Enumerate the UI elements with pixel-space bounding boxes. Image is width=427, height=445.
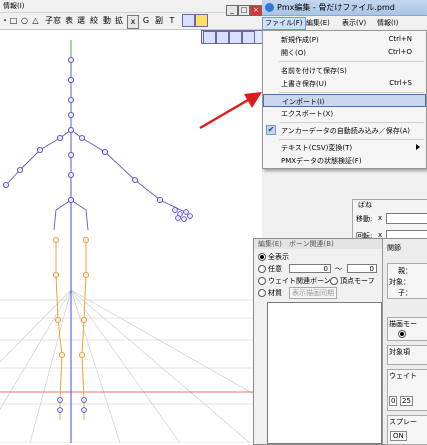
title-bar: Pmx編集 - 骨だけファイル.pmd bbox=[262, 0, 427, 16]
menu-item-new[interactable]: 新規作成(P) Ctrl+N bbox=[263, 33, 426, 46]
draw-mode-box: 描画モー bbox=[387, 317, 427, 341]
target-item-label: 対象項 bbox=[389, 348, 410, 356]
range-separator: ～ bbox=[335, 265, 342, 273]
pointer-arrow bbox=[199, 92, 262, 130]
window-controls: _ □ × bbox=[226, 3, 262, 16]
bone-edit-dialog: 編集(E) ボーン関連(B) 全表示 任意 0 ～ 0 ウェイト関連ボーン 頂点… bbox=[253, 238, 427, 445]
minimize-button[interactable]: _ bbox=[226, 5, 238, 16]
any-radio[interactable] bbox=[258, 265, 266, 273]
submenu-arrow-icon bbox=[416, 144, 420, 150]
menu-separator bbox=[279, 61, 424, 62]
draw-mode-label: 描画モー bbox=[389, 320, 417, 328]
vertex-morph-radio[interactable] bbox=[330, 277, 338, 285]
any-label: 任意 bbox=[268, 265, 282, 273]
spray-label: スプレー bbox=[389, 418, 417, 426]
parent-label: 親： bbox=[398, 267, 412, 275]
menu-separator bbox=[279, 92, 424, 93]
maximize-button[interactable]: □ bbox=[238, 5, 250, 16]
range-to-input[interactable]: 0 bbox=[347, 264, 377, 273]
menu-item-export[interactable]: エクスポート(X) bbox=[263, 107, 426, 120]
floor-grid bbox=[0, 289, 262, 443]
menu-item-text-csv[interactable]: テキスト(CSV)変換(T) bbox=[263, 141, 426, 154]
weight-bone-label: ウェイト関連ボーン bbox=[268, 277, 331, 285]
menu-view[interactable]: 表示(V) bbox=[340, 18, 368, 29]
foot-joints bbox=[57, 397, 87, 413]
editor-menubar: ファイル(F) 編集(E) 表示(V) 情報(I) bbox=[262, 16, 427, 31]
menu-item-anchor-autoload[interactable]: ✔ アンカーデータの自動読み込み／保存(A) bbox=[263, 124, 426, 137]
menu-info[interactable]: 情報(I) bbox=[375, 18, 401, 29]
spring-group-title: ばね bbox=[358, 201, 372, 209]
move-x-label: x bbox=[378, 214, 383, 222]
weight-box: ウェイト 0 25 bbox=[387, 369, 427, 411]
menu-separator bbox=[279, 139, 424, 140]
menu-item-open[interactable]: 開く(O) Ctrl+O bbox=[263, 46, 426, 59]
weight-label: ウェイト bbox=[389, 372, 417, 380]
material-label: 材質 bbox=[268, 289, 282, 297]
menu-separator bbox=[279, 122, 424, 123]
show-all-label: 全表示 bbox=[268, 253, 289, 261]
bone-list[interactable] bbox=[267, 302, 382, 444]
target-label: 対象： bbox=[389, 278, 410, 286]
menu-item-pmx-verify[interactable]: PMXデータの状態検証(F) bbox=[263, 154, 426, 167]
spray-on-button[interactable]: ON bbox=[390, 431, 407, 441]
parent-target-box: 親： 対象： 子： bbox=[387, 263, 427, 299]
menu-edit[interactable]: 編集(E) bbox=[304, 18, 332, 29]
window-title: Pmx編集 - 骨だけファイル.pmd bbox=[277, 3, 395, 12]
menu-item-overwrite-save[interactable]: 上書き保存(U) Ctrl+S bbox=[263, 77, 426, 90]
joint-panel: 関節 親： 対象： 子： 描画モー 対象項 ウェイト 0 25 スプレー ON bbox=[382, 239, 427, 445]
close-button[interactable]: × bbox=[250, 5, 262, 16]
joint-tab[interactable]: 関節 bbox=[387, 243, 401, 253]
menu-item-save-as[interactable]: 名前を付けて保存(S) bbox=[263, 64, 426, 77]
skeleton-joints bbox=[3, 57, 193, 222]
range-from-input[interactable]: 0 bbox=[289, 264, 331, 273]
move-x-input[interactable] bbox=[386, 213, 427, 224]
child-label: 子： bbox=[398, 289, 412, 297]
draw-sync-button[interactable]: 表示描画同期 bbox=[289, 287, 337, 299]
material-radio[interactable] bbox=[258, 289, 266, 297]
skeleton-viewport[interactable] bbox=[0, 0, 262, 443]
check-icon: ✔ bbox=[266, 125, 276, 135]
weight-zero-button[interactable]: 0 bbox=[389, 396, 398, 406]
menu-item-import[interactable]: インポート(I) bbox=[263, 94, 426, 107]
file-dropdown-menu: 新規作成(P) Ctrl+N 開く(O) Ctrl+O 名前を付けて保存(S) … bbox=[262, 30, 427, 169]
weight-bone-radio[interactable] bbox=[258, 277, 266, 285]
menu-file[interactable]: ファイル(F) bbox=[262, 17, 306, 30]
target-item-box: 対象項 bbox=[387, 345, 427, 365]
show-all-radio[interactable] bbox=[258, 253, 266, 261]
skeleton-upper bbox=[5, 60, 186, 231]
move-label: 移動: bbox=[356, 215, 373, 223]
vertex-morph-label: 頂点モーフ bbox=[340, 277, 375, 285]
pmx-view-window: 情報(I) ・ □ ○ △ 子窓 表 選 絞 動 拡 x G 副 T bbox=[0, 0, 262, 443]
spray-box: スプレー ON bbox=[387, 415, 427, 445]
app-icon bbox=[265, 3, 274, 12]
weight-25-button[interactable]: 25 bbox=[400, 396, 413, 406]
bone-edit-header: 編集(E) ボーン関連(B) bbox=[254, 239, 383, 249]
draw-mode-radio[interactable] bbox=[398, 330, 406, 338]
